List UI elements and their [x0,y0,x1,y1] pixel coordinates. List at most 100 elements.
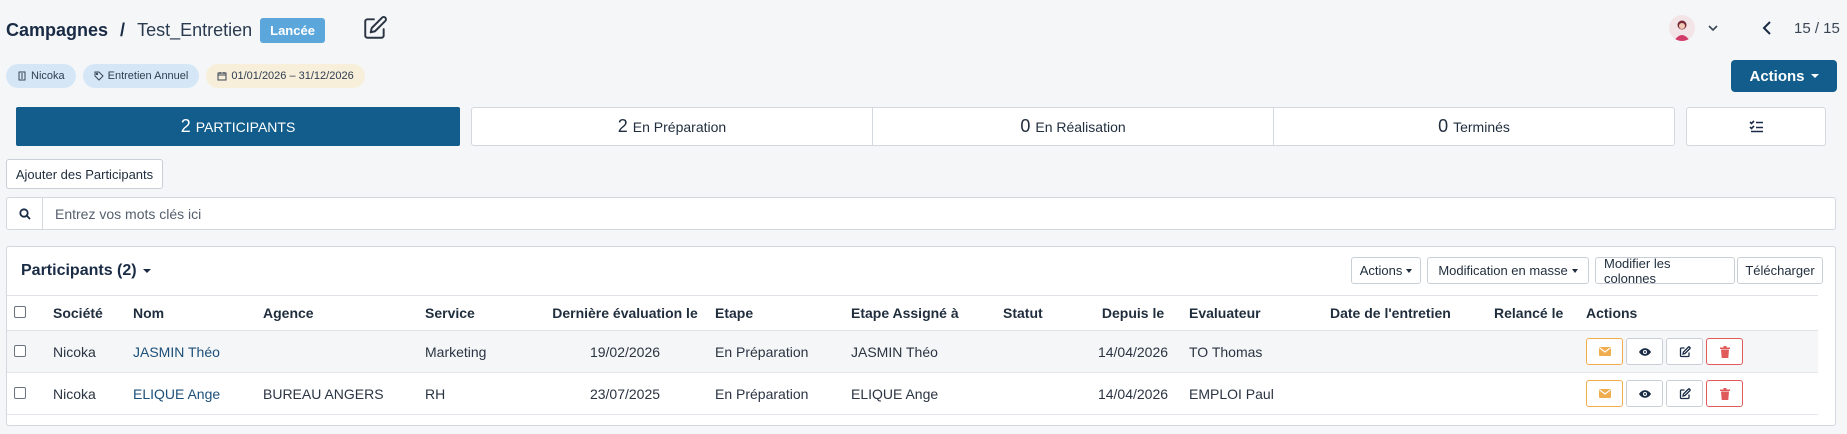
participants-title-label: Participants (2) [21,262,137,279]
table-header-row: Société Nom Agence Service Dernière éval… [7,295,1818,331]
edit-button[interactable] [1666,338,1703,365]
row-checkbox[interactable] [14,386,26,399]
row-select-cell [7,330,53,373]
envelope-icon [1598,347,1611,356]
tag-company: Nicoka [6,64,76,88]
tab-en-preparation[interactable]: 2 En Préparation [471,107,873,146]
tag-company-label: Nicoka [31,70,65,82]
col-statut[interactable]: Statut [1003,295,1077,331]
page-header: Campagnes / Test_Entretien Lancée 15 / 1… [0,0,1847,60]
avatar[interactable] [1669,15,1695,41]
add-participants-button[interactable]: Ajouter des Participants [6,159,163,189]
bulk-edit-button[interactable]: Modification en masse [1427,257,1589,284]
view-button[interactable] [1626,338,1663,365]
tab-en-realisation[interactable]: 0 En Réalisation [872,107,1274,146]
cell-statut [1003,372,1077,415]
cell-date-entretien [1330,372,1494,415]
edit-icon [1679,387,1691,399]
search-icon[interactable] [7,198,43,229]
edit-icon [1679,345,1691,357]
col-evaluateur[interactable]: Evaluateur [1189,295,1330,331]
cell-nom[interactable]: JASMIN Théo [133,330,263,373]
list-check-icon [1748,120,1763,133]
table-actions-label: Actions [1359,263,1403,278]
col-relance-le[interactable]: Relancé le [1494,295,1586,331]
select-all-checkbox[interactable] [14,306,26,318]
eye-icon [1638,347,1651,356]
trash-icon [1719,387,1730,400]
cell-depuis-le: 14/04/2026 [1077,330,1189,373]
chevron-down-icon[interactable] [1706,21,1720,35]
col-service[interactable]: Service [425,295,535,331]
caret-down-icon [142,269,151,273]
tag-period-label: 01/01/2026 – 31/12/2026 [231,70,354,82]
cell-etape: En Préparation [715,372,851,415]
row-checkbox[interactable] [14,344,26,357]
termines-count: 0 [1438,116,1449,136]
breadcrumb: Campagnes / Test_Entretien Lancée [6,18,325,43]
cell-societe: Nicoka [53,330,133,373]
breadcrumb-campagnes[interactable]: Campagnes [6,20,108,41]
cell-date-entretien [1330,330,1494,373]
delete-button[interactable] [1706,380,1743,407]
realisation-count: 0 [1020,116,1031,136]
page-title: Test_Entretien [137,20,253,40]
cell-statut [1003,330,1077,373]
participants-table: Société Nom Agence Service Dernière éval… [7,295,1818,415]
col-depuis-le[interactable]: Depuis le [1077,295,1189,331]
tab-termines[interactable]: 0 Terminés [1273,107,1675,146]
participants-panel: Participants (2) Actions Modification en… [6,246,1836,426]
col-etape[interactable]: Etape [715,295,851,331]
cell-service: RH [425,372,535,415]
tag-icon [94,71,104,81]
campaign-tags: Nicoka Entretien Annuel 01/01/2026 – 31/… [6,64,365,88]
envelope-icon [1598,389,1611,398]
cell-relance-le [1494,330,1586,373]
tag-type-label: Entretien Annuel [107,70,189,82]
download-button[interactable]: Télécharger [1737,257,1823,284]
cell-agence: BUREAU ANGERS [263,372,425,415]
cell-evaluateur: TO Thomas [1189,330,1330,373]
col-agence[interactable]: Agence [263,295,425,331]
col-etape-assigne[interactable]: Etape Assigné à [851,295,1003,331]
cell-actions [1586,330,1818,373]
cell-derniere-evaluation: 23/07/2025 [535,372,715,415]
termines-label: Terminés [1453,118,1510,135]
search-input[interactable] [43,198,1823,229]
email-button[interactable] [1586,380,1623,407]
eye-icon [1638,389,1651,398]
cell-nom[interactable]: ELIQUE Ange [133,372,263,415]
edit-button[interactable] [1666,380,1703,407]
cell-depuis-le: 14/04/2026 [1077,372,1189,415]
tab-participants[interactable]: 2 PARTICIPANTS [16,107,460,146]
participants-count: 2 [180,116,191,136]
row-select-cell [7,372,53,415]
tag-period: 01/01/2026 – 31/12/2026 [206,64,365,88]
edit-campaign-icon[interactable] [362,15,388,41]
chevron-left-icon[interactable] [1760,20,1774,36]
edit-columns-button[interactable]: Modifier les colonnes [1595,256,1735,286]
bulk-edit-label: Modification en masse [1438,263,1568,278]
actions-dropdown-button[interactable]: Actions [1731,60,1837,92]
table-row: Nicoka JASMIN Théo Marketing 19/02/2026 … [7,330,1818,373]
cell-societe: Nicoka [53,372,133,415]
cell-actions [1586,372,1818,415]
col-actions: Actions [1586,295,1818,331]
actions-label: Actions [1749,67,1805,85]
col-nom[interactable]: Nom [133,295,263,331]
col-date-entretien[interactable]: Date de l'entretien [1330,295,1494,331]
cell-service: Marketing [425,330,535,373]
view-button[interactable] [1626,380,1663,407]
col-societe[interactable]: Société [53,295,133,331]
cell-derniere-evaluation: 19/02/2026 [535,330,715,373]
email-button[interactable] [1586,338,1623,365]
table-actions-button[interactable]: Actions [1351,257,1421,284]
cell-etape-assigne: JASMIN Théo [851,330,1003,373]
search-bar [6,197,1836,230]
trash-icon [1719,345,1730,358]
participants-title[interactable]: Participants (2) [21,262,151,280]
delete-button[interactable] [1706,338,1743,365]
cell-relance-le [1494,372,1586,415]
col-derniere-evaluation[interactable]: Dernière évaluation le [535,295,715,331]
list-check-button[interactable] [1686,107,1826,146]
